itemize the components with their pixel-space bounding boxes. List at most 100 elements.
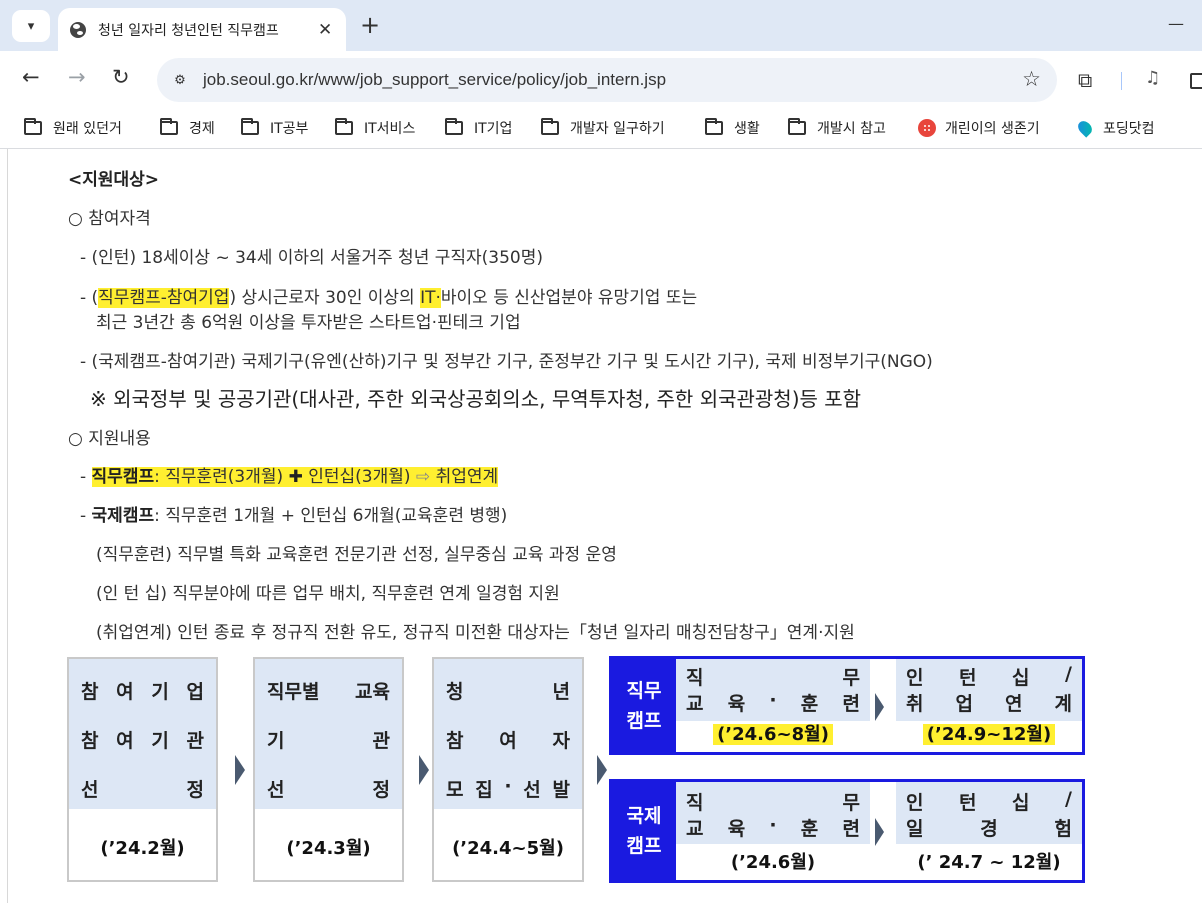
training-detail-line: (직무훈련) 직무별 특화 교육훈련 전문기관 선정, 실무중심 교육 과정 운…	[96, 545, 617, 565]
employment-detail-line: (취업연계) 인턴 종료 후 정규직 전환 유도, 정규직 미전환 대상자는「청…	[96, 623, 855, 643]
bookmark-label: 생활	[734, 121, 760, 137]
intl-camp-internship: 인 턴 십 / 일경험 (’ 24.7 ~ 12월)	[896, 782, 1082, 880]
cell-row: 취업연계	[906, 693, 1072, 715]
bookmark-folder-it-study[interactable]: IT공부	[241, 118, 308, 138]
step-date: (’24.4~5월)	[452, 838, 564, 859]
cell-row: 직무	[686, 667, 860, 689]
cell-row: 인 턴 십 /	[906, 663, 1072, 689]
bookmark-folder-life[interactable]: 생활	[705, 118, 760, 138]
bookmarks-bar: 원래 있던거 경제 IT공부 IT서비스 IT기업 개발자 일구하기 생활 개발…	[0, 109, 1202, 149]
bookmark-folder-dev-jobs[interactable]: 개발자 일구하기	[541, 118, 665, 138]
browser-toolbar: ← → ↻ ⚙ job.seoul.go.kr/www/job_support_…	[0, 51, 1202, 109]
job-camp-mid-text: ) 상시근로자 30인 이상의	[229, 288, 421, 308]
step-date: (’24.3월)	[286, 838, 371, 859]
intl-camp-training: 직무 교 육 · 훈 련 (’24.6월)	[676, 782, 870, 880]
folder-icon	[160, 118, 178, 135]
cell-row: 인 턴 십 /	[906, 788, 1072, 814]
side-panel-icon[interactable]	[1190, 73, 1202, 89]
folder-icon	[705, 118, 723, 135]
cell-divider	[870, 659, 872, 752]
step-row: 참여기관	[81, 730, 204, 752]
new-tab-button[interactable]: +	[360, 11, 380, 39]
highlighted-date: (’24.9~12월)	[922, 724, 1056, 745]
chevron-right-icon	[419, 755, 429, 785]
bookmark-star-icon[interactable]: ☆	[1022, 67, 1041, 91]
cell-date: (’24.6월)	[730, 852, 816, 873]
bookmark-folder-it-service[interactable]: IT서비스	[335, 118, 415, 138]
bookmark-label: IT공부	[270, 121, 309, 137]
job-camp-internship: 인 턴 십 / 취업연계 (’24.9~12월)	[896, 659, 1082, 752]
globe-icon	[70, 21, 86, 38]
job-camp-track: 직무 캠프 직무 교 육 · 훈 련 (’24.6~8월) 인 턴 십 / 취업연계 (’24.…	[609, 656, 1085, 755]
minimize-window-button[interactable]: —	[1168, 14, 1184, 33]
plus-icon: ✚	[288, 467, 303, 487]
job-camp-detail-c: 취업연계	[430, 467, 499, 487]
page-content: <지원대상> ○ 참여자격 - (인턴) 18세이상 ~ 34세 이하의 서울거…	[0, 149, 1202, 903]
step-row: 참여기업	[81, 681, 204, 703]
folder-icon	[445, 118, 463, 135]
eligibility-title: ○ 참여자격	[68, 209, 151, 229]
step-row: 청년	[446, 681, 570, 703]
bookmark-podingdotcom[interactable]: 포딩닷컴	[1075, 118, 1155, 138]
bookmark-label: 경제	[189, 121, 215, 137]
close-tab-icon[interactable]: ✕	[318, 20, 332, 40]
step-row: 선정	[267, 779, 390, 801]
note-line: ※ 외국정부 및 공공기관(대사관, 주한 외국상공회의소, 무역투자청, 주한…	[90, 387, 862, 411]
bookmark-label: 개발시 참고	[817, 121, 886, 137]
address-bar[interactable]: ⚙ job.seoul.go.kr/www/job_support_servic…	[157, 58, 1057, 102]
bookmark-folder-economy[interactable]: 경제	[160, 118, 215, 138]
site-info-icon[interactable]: ⚙	[167, 67, 193, 93]
internship-detail-line: (인 턴 십) 직무분야에 따른 업무 배치, 직무훈련 연계 일경험 지원	[96, 584, 560, 604]
cell-divider	[870, 782, 872, 880]
cell-date: (’ 24.7 ~ 12월)	[917, 852, 1061, 873]
support-title: ○ 지원내용	[68, 429, 151, 449]
media-controls-icon[interactable]: ♫	[1145, 68, 1160, 88]
bookmark-survival-blog[interactable]: 개린이의 생존기	[918, 118, 1040, 138]
toolbar-divider	[1121, 72, 1122, 90]
reload-button[interactable]: ↻	[112, 65, 130, 89]
url-text[interactable]: job.seoul.go.kr/www/job_support_service/…	[203, 70, 666, 90]
cell-row: 교 육 · 훈 련	[686, 689, 860, 715]
intl-camp-label: 국제캠프	[91, 506, 155, 526]
intl-camp-detail: : 직무훈련 1개월 + 인턴십 6개월(교육훈련 병행)	[154, 506, 508, 526]
active-tab[interactable]: 청년 일자리 청년인턴 직무캠프 ✕	[58, 8, 346, 51]
bookmark-folder-dev-ref[interactable]: 개발시 참고	[788, 118, 886, 138]
back-button[interactable]: ←	[22, 65, 40, 89]
bookmark-label: 포딩닷컴	[1103, 121, 1155, 137]
job-camp-label: 직무캠프	[91, 467, 155, 487]
intl-camp-track: 국제 캠프 직무 교 육 · 훈 련 (’24.6월) 인 턴 십 / 일경험 (’ 24.7 …	[609, 779, 1085, 883]
chevron-down-icon: ▾	[27, 18, 35, 34]
job-camp-support-highlight: 직무캠프: 직무훈련(3개월) ✚ 인턴십(3개월) ⇨ 취업연계	[91, 467, 499, 487]
arrow-right-icon: ⇨	[415, 467, 431, 487]
cell-date: (’24.9~12월)	[896, 720, 1082, 746]
intl-camp-label-box: 국제 캠프	[612, 782, 676, 880]
job-camp-rest-text: 바이오 등 신산업분야 유망기업 또는	[440, 288, 698, 308]
highlighted-it-text: IT·	[420, 288, 441, 308]
step-row: 모 집 · 선 발	[446, 775, 570, 801]
job-camp-detail-b: 인턴십(3개월)	[302, 467, 416, 487]
folder-icon	[788, 118, 806, 135]
step-row: 기관	[267, 730, 390, 752]
tab-search-button[interactable]: ▾	[12, 10, 50, 42]
bookmark-folder-it-company[interactable]: IT기업	[445, 118, 512, 138]
startup-line: 최근 3년간 총 6억원 이상을 투자받은 스타트업·핀테크 기업	[96, 313, 521, 333]
job-camp-company-line: - (직무캠프-참여기업) 상시근로자 30인 이상의 IT·바이오 등 신산업…	[80, 283, 697, 308]
tab-strip: ▾ 청년 일자리 청년인턴 직무캠프 ✕ + —	[0, 0, 1202, 51]
chevron-right-icon	[235, 755, 245, 785]
step-row: 참여자	[446, 730, 570, 752]
tab-title: 청년 일자리 청년인턴 직무캠프	[98, 22, 279, 39]
drop-favicon-icon	[1075, 118, 1095, 138]
cell-row: 직무	[686, 792, 860, 814]
dash-prefix: - (	[80, 288, 99, 308]
intl-camp-institution-line: - (국제캠프-참여기관) 국제기구(유엔(산하)기구 및 정부간 기구, 준정…	[80, 352, 933, 372]
step-row: 선정	[81, 779, 204, 801]
folder-icon	[335, 118, 353, 135]
bookmark-folder-wonrae[interactable]: 원래 있던거	[24, 118, 122, 138]
step-row: 직무별 교육	[267, 681, 390, 703]
chevron-right-icon	[875, 693, 884, 721]
chevron-right-icon	[597, 755, 607, 785]
extensions-icon[interactable]: ⧉	[1078, 68, 1092, 92]
forward-button[interactable]: →	[68, 65, 86, 89]
job-camp-training: 직무 교 육 · 훈 련 (’24.6~8월)	[676, 659, 870, 752]
intl-camp-support-line: - 국제캠프: 직무훈련 1개월 + 인턴십 6개월(교육훈련 병행)	[80, 501, 507, 526]
